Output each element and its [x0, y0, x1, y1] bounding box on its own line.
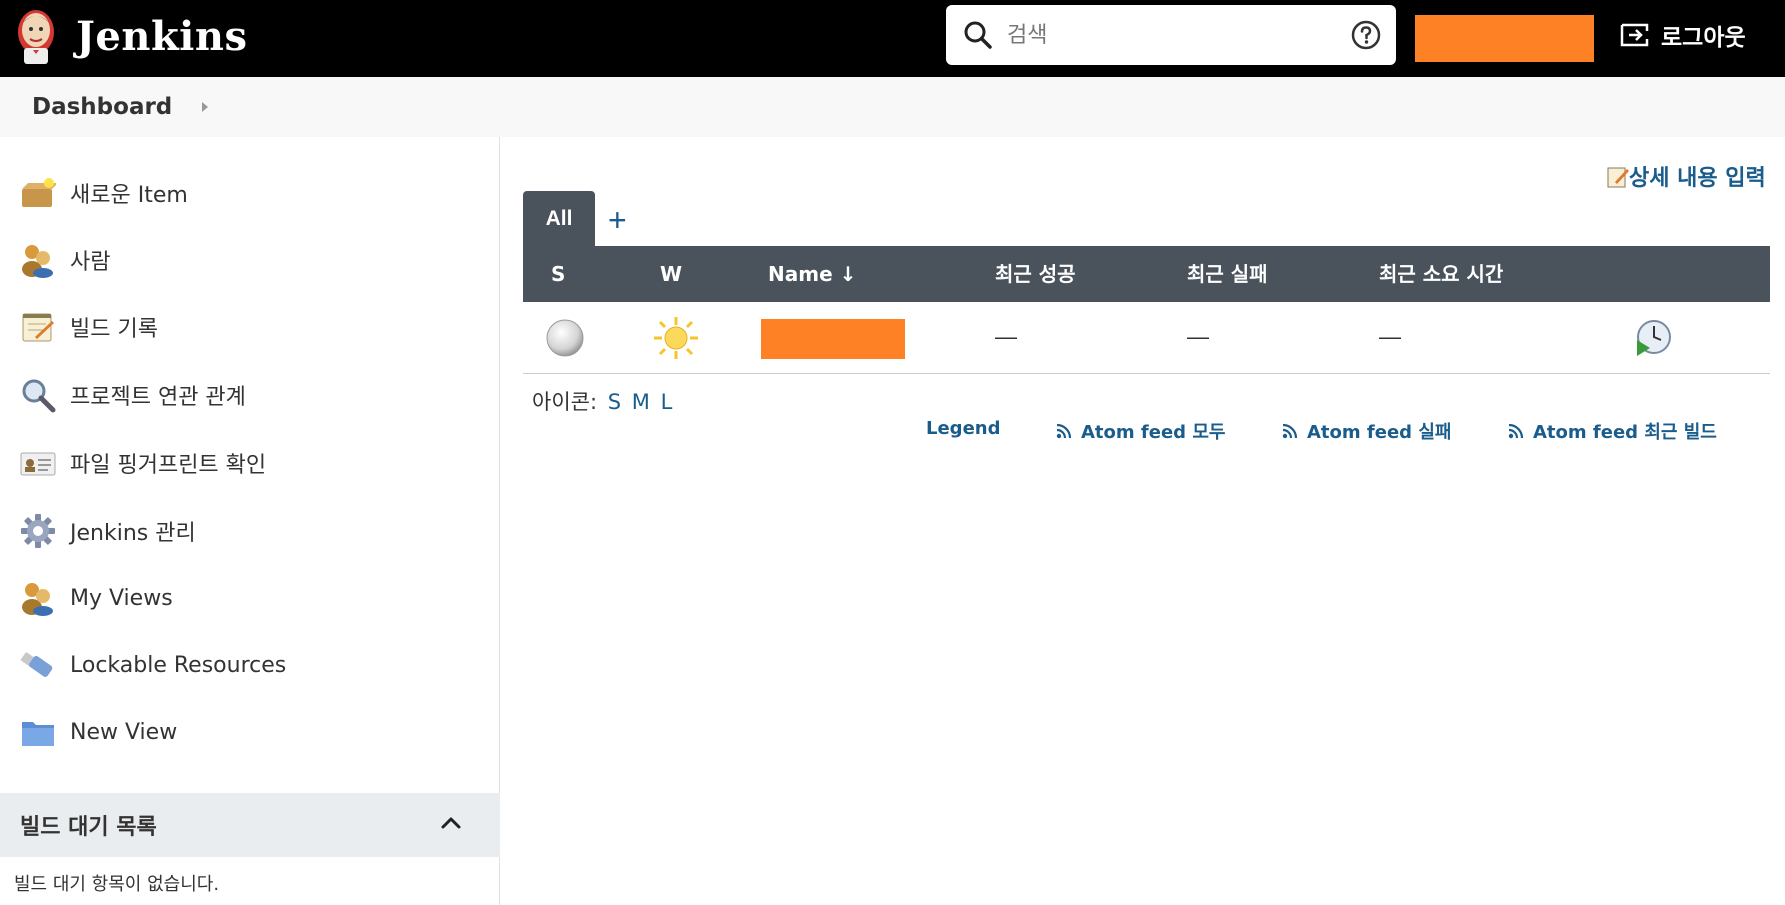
atom-feed-all-link[interactable]: Atom feed 모두	[1056, 418, 1225, 444]
sidebar: 새로운 Item 사람 빌드 기록 프로젝트 연관 관계 파일 핑거프린트 확인…	[0, 137, 500, 905]
tab-all[interactable]: All	[523, 191, 595, 247]
column-header-name[interactable]: Name ↓	[768, 246, 856, 302]
icon-size-selector: 아이콘: S M L	[532, 386, 672, 416]
logout-label: 로그아웃	[1661, 25, 1746, 51]
app-name: Jenkins	[76, 12, 248, 60]
column-header-status[interactable]: S	[551, 246, 565, 302]
fingerprint-icon	[20, 452, 56, 476]
icon-size-small[interactable]: S	[608, 390, 621, 414]
icon-size-medium[interactable]: M	[632, 390, 650, 414]
build-queue-empty-text: 빌드 대기 항목이 없습니다.	[14, 874, 220, 895]
atom-feed-latest-link[interactable]: Atom feed 최근 빌드	[1508, 418, 1717, 444]
sidebar-item-lockable-resources[interactable]: Lockable Resources	[20, 643, 286, 687]
user-button[interactable]	[1415, 15, 1594, 62]
sidebar-item-project-relationship[interactable]: 프로젝트 연관 관계	[20, 373, 246, 417]
atom-feed-failed-link[interactable]: Atom feed 실패	[1282, 418, 1451, 444]
help-icon[interactable]	[1350, 19, 1382, 51]
sidebar-item-new-item[interactable]: 새로운 Item	[20, 171, 188, 215]
icon-size-large[interactable]: L	[661, 390, 673, 414]
magnifier-icon	[22, 379, 56, 413]
rss-icon	[1508, 423, 1524, 439]
last-success-value: —	[995, 324, 1017, 349]
chevron-up-icon[interactable]	[440, 815, 462, 831]
search-icon	[964, 21, 992, 49]
logout-icon	[1620, 23, 1649, 47]
job-name-link[interactable]	[761, 319, 905, 359]
logout-button[interactable]: 로그아웃	[1619, 18, 1746, 52]
last-duration-value: —	[1379, 324, 1401, 349]
edit-icon	[1607, 167, 1629, 188]
rss-icon	[1056, 423, 1072, 439]
status-not-built-icon	[546, 319, 584, 357]
edit-description-link[interactable]: 상세 내용 입력	[1607, 160, 1766, 192]
people-icon	[22, 245, 53, 278]
column-header-last-duration[interactable]: 최근 소요 시간	[1379, 246, 1503, 302]
top-header: Jenkins 로그아웃	[0, 0, 1785, 77]
icon-size-label: 아이콘:	[532, 390, 598, 414]
build-queue-header[interactable]: 빌드 대기 목록	[0, 793, 500, 857]
table-header: S W Name ↓ 최근 성공 최근 실패 최근 소요 시간	[523, 246, 1770, 302]
sidebar-item-my-views[interactable]: My Views	[20, 576, 173, 620]
sidebar-item-manage-jenkins[interactable]: Jenkins 관리	[20, 509, 196, 553]
sidebar-item-build-history[interactable]: 빌드 기록	[20, 305, 158, 349]
jenkins-logo[interactable]: Jenkins	[14, 6, 247, 66]
build-queue-title: 빌드 대기 목록	[20, 815, 157, 840]
breadcrumb: Dashboard	[0, 77, 1785, 137]
gear-icon	[21, 514, 55, 548]
sidebar-item-new-view[interactable]: New View	[20, 710, 177, 754]
weather-sunny-icon	[654, 317, 698, 359]
sidebar-item-people[interactable]: 사람	[20, 238, 110, 282]
jenkins-butler-icon	[18, 10, 54, 64]
rss-icon	[1282, 423, 1298, 439]
new-item-icon	[22, 178, 56, 207]
search-input[interactable]	[1007, 22, 1327, 48]
column-header-last-failure[interactable]: 최근 실패	[1187, 246, 1268, 302]
last-failure-value: —	[1187, 324, 1209, 349]
search-box	[946, 5, 1396, 65]
add-tab-button[interactable]: +	[608, 200, 627, 240]
sidebar-item-fingerprint[interactable]: 파일 핑거프린트 확인	[20, 441, 266, 485]
table-row: — — —	[523, 302, 1770, 374]
usb-icon	[20, 652, 53, 677]
column-header-last-success[interactable]: 최근 성공	[995, 246, 1076, 302]
folder-icon	[22, 722, 54, 746]
notepad-icon	[22, 313, 54, 342]
user-icon	[22, 583, 53, 616]
breadcrumb-chevron-icon[interactable]	[202, 102, 209, 112]
breadcrumb-dashboard[interactable]: Dashboard	[32, 94, 172, 120]
schedule-build-icon[interactable]	[1633, 318, 1673, 358]
column-header-weather[interactable]: W	[660, 246, 682, 302]
legend-link[interactable]: Legend	[926, 418, 1000, 439]
